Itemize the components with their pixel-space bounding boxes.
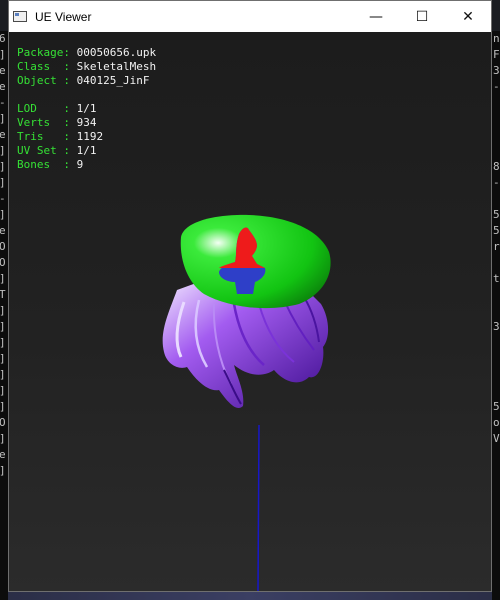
- maximize-icon: ☐: [415, 8, 429, 25]
- info-object: Object : 040125_JinF: [17, 74, 150, 87]
- console-glyph: [493, 351, 500, 367]
- info-verts: Verts : 934: [17, 116, 97, 129]
- console-glyph: 3: [493, 320, 500, 333]
- console-glyph: ]: [0, 431, 8, 447]
- console-glyph: [493, 367, 500, 383]
- info-lod: LOD : 1/1: [17, 102, 97, 115]
- console-glyph: T: [0, 288, 6, 301]
- console-glyph: [493, 255, 500, 271]
- maximize-button[interactable]: ☐: [399, 1, 445, 32]
- close-button[interactable]: ✕: [445, 1, 491, 32]
- console-glyph: F: [493, 48, 500, 61]
- background-console-right: nF 3 - 8 - 5 5 r t 3 5 oV: [492, 31, 500, 600]
- title-bar[interactable]: UE Viewer — ☐ ✕: [9, 1, 491, 32]
- console-glyph: O: [0, 256, 6, 269]
- mesh-info-overlay: Package: 00050656.upk Class : SkeletalMe…: [17, 46, 156, 172]
- console-glyph: O: [0, 416, 6, 429]
- console-glyph: ]: [0, 271, 8, 287]
- console-glyph: ]: [0, 303, 8, 319]
- console-glyph: ]: [0, 335, 8, 351]
- console-glyph: [493, 111, 500, 127]
- bone-axis-line: [257, 424, 260, 591]
- info-package: Package: 00050656.upk: [17, 46, 157, 59]
- console-glyph: r: [493, 240, 500, 253]
- console-glyph: ]: [0, 319, 8, 335]
- console-glyph: ]: [0, 207, 8, 223]
- console-glyph: 3: [493, 64, 500, 77]
- console-glyph: 5: [493, 224, 500, 237]
- console-glyph: ]: [0, 399, 8, 415]
- console-glyph: ]: [0, 383, 8, 399]
- console-glyph: [493, 383, 500, 399]
- console-glyph: e: [0, 64, 6, 77]
- 3d-viewport[interactable]: Package: 00050656.upk Class : SkeletalMe…: [9, 32, 491, 591]
- window-controls: — ☐ ✕: [353, 1, 491, 32]
- info-bones: Bones : 9: [17, 158, 84, 171]
- console-glyph: ]: [0, 47, 8, 63]
- minimize-button[interactable]: —: [353, 1, 399, 32]
- console-glyph: ]: [0, 367, 8, 383]
- ue-viewer-window: UE Viewer — ☐ ✕ Package: 00050656.upk Cl…: [8, 0, 492, 592]
- app-icon[interactable]: [13, 11, 27, 22]
- console-glyph: -: [0, 95, 8, 111]
- console-glyph: t: [493, 272, 500, 285]
- background-console-left: 6]ee-]e]]]-]eOO]T]]]]]]]O]e]: [0, 31, 8, 600]
- console-glyph: e: [0, 80, 6, 93]
- console-glyph: O: [0, 240, 6, 253]
- close-icon: ✕: [462, 8, 474, 25]
- console-glyph: [493, 335, 500, 351]
- console-glyph: ]: [0, 159, 8, 175]
- console-glyph: 8: [493, 160, 500, 173]
- console-glyph: [493, 447, 500, 463]
- console-glyph: ]: [0, 111, 8, 127]
- console-glyph: e: [0, 224, 6, 237]
- info-class: Class : SkeletalMesh: [17, 60, 157, 73]
- console-glyph: e: [0, 448, 6, 461]
- console-glyph: o: [493, 416, 500, 429]
- info-tris: Tris : 1192: [17, 130, 104, 143]
- console-glyph: -: [0, 191, 8, 207]
- console-glyph: ]: [0, 175, 8, 191]
- console-glyph: [493, 287, 500, 303]
- console-glyph: [493, 127, 500, 143]
- console-glyph: [493, 303, 500, 319]
- window-title: UE Viewer: [35, 9, 92, 24]
- console-glyph: -: [493, 80, 500, 93]
- console-glyph: -: [493, 176, 500, 189]
- console-glyph: ]: [0, 143, 8, 159]
- console-glyph: V: [493, 432, 500, 445]
- console-glyph: ]: [0, 463, 8, 479]
- console-glyph: [493, 143, 500, 159]
- console-glyph: 5: [493, 208, 500, 221]
- console-glyph: 5: [493, 400, 500, 413]
- info-uvset: UV Set : 1/1: [17, 144, 97, 157]
- console-glyph: ]: [0, 351, 8, 367]
- console-glyph: n: [493, 32, 500, 45]
- console-glyph: 6: [0, 32, 6, 45]
- console-glyph: [493, 191, 500, 207]
- minimize-icon: —: [369, 8, 383, 25]
- console-glyph: [493, 95, 500, 111]
- console-glyph: e: [0, 128, 6, 141]
